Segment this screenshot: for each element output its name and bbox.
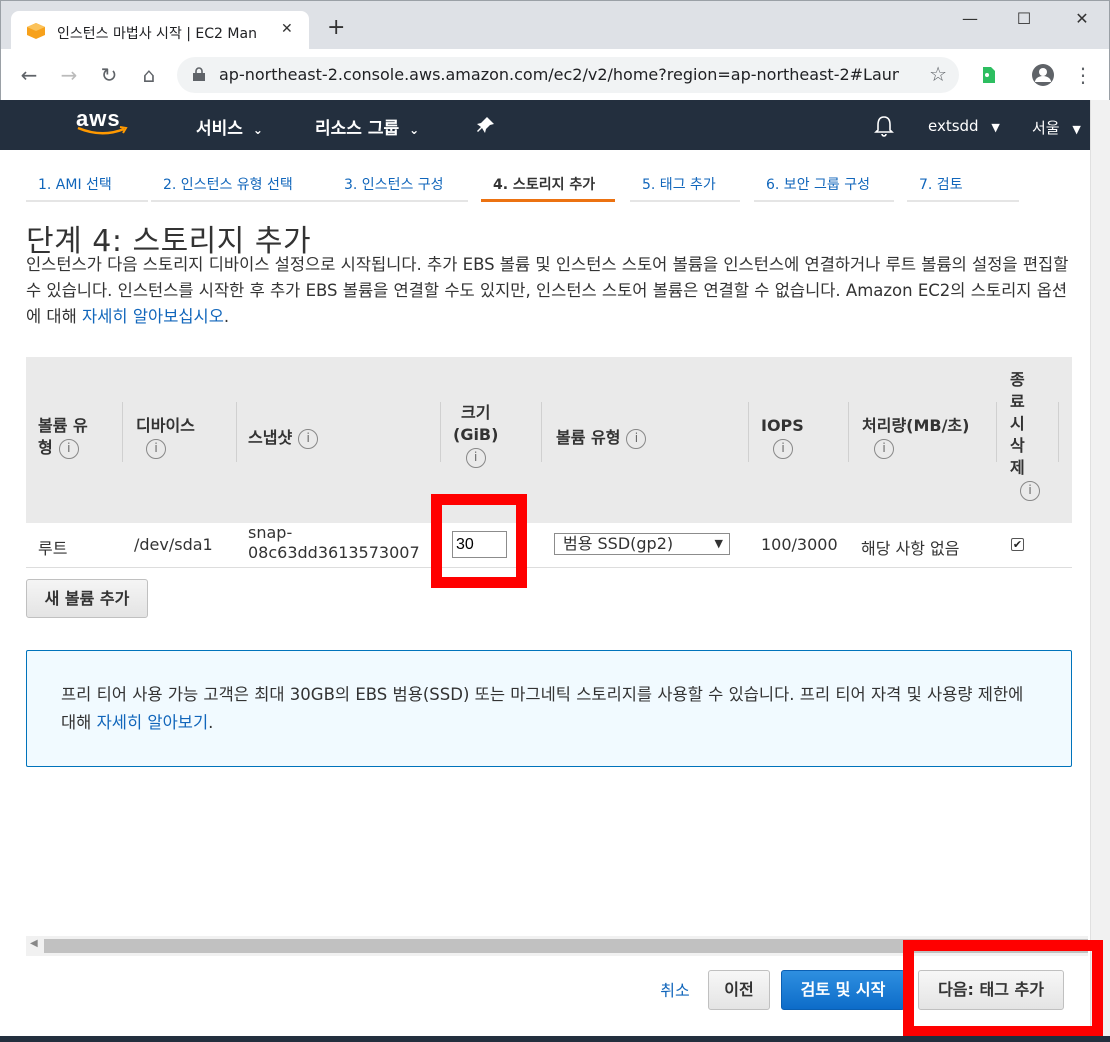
lock-icon bbox=[193, 67, 205, 81]
step-configure[interactable]: 3. 인스턴스 구성 bbox=[332, 170, 468, 202]
info-icon[interactable]: i bbox=[874, 438, 894, 459]
browser-chrome: 인스턴스 마법사 시작 | EC2 Man ✕ + — ☐ ✕ ← → ↻ ⌂ … bbox=[0, 0, 1110, 101]
reload-icon[interactable]: ↻ bbox=[97, 63, 121, 87]
highlight-next-box bbox=[903, 940, 1103, 1037]
info-icon[interactable]: i bbox=[626, 428, 647, 449]
header-delete-on-termination: 종 료 시 삭 제 i bbox=[1010, 369, 1040, 501]
chevron-down-icon: ⌄ bbox=[252, 123, 263, 137]
volume-type-select[interactable]: 범용 SSD(gp2) ▼ bbox=[554, 533, 730, 555]
delete-on-termination-checkbox[interactable]: ✔ bbox=[1011, 538, 1024, 551]
caret-down-icon: ▼ bbox=[991, 121, 1000, 134]
free-tier-info-box: 프리 티어 사용 가능 고객은 최대 30GB의 EBS 범용(SSD) 또는 … bbox=[26, 650, 1072, 767]
forward-icon[interactable]: → bbox=[57, 63, 81, 87]
tab-strip: 인스턴스 마법사 시작 | EC2 Man ✕ + — ☐ ✕ bbox=[1, 1, 1109, 49]
info-icon[interactable]: i bbox=[146, 438, 166, 459]
storage-table: 볼륨 유 형i 디바이스 i 스냅샷 i 크기 (GiB) i 볼륨 유형 i IO… bbox=[26, 357, 1072, 569]
services-menu[interactable]: 서비스 ⌄ bbox=[196, 114, 263, 139]
scroll-left-icon[interactable]: ◀ bbox=[30, 938, 38, 949]
info-icon[interactable]: i bbox=[298, 428, 319, 449]
info-icon[interactable]: i bbox=[773, 438, 793, 459]
caret-down-icon: ▼ bbox=[1072, 123, 1081, 136]
free-tier-learn-more-link[interactable]: 자세히 알아보기 bbox=[97, 713, 209, 732]
previous-button[interactable]: 이전 bbox=[708, 970, 770, 1010]
menu-dots-icon[interactable]: ⋮ bbox=[1071, 63, 1095, 87]
bell-icon[interactable] bbox=[874, 115, 894, 137]
table-row: 루트 /dev/sda1 snap- 08c63dd3613573007 범용 … bbox=[26, 523, 1072, 568]
bookmark-star-icon[interactable]: ☆ bbox=[929, 62, 947, 86]
back-icon[interactable]: ← bbox=[17, 63, 41, 87]
step-security-group[interactable]: 6. 보안 그룹 구성 bbox=[754, 170, 894, 202]
account-menu[interactable]: extsdd ▼ bbox=[928, 117, 1000, 135]
column-divider bbox=[748, 402, 749, 462]
maximize-icon[interactable]: ☐ bbox=[1009, 9, 1039, 33]
browser-tab[interactable]: 인스턴스 마법사 시작 | EC2 Man ✕ bbox=[11, 11, 309, 49]
cell-iops: 100/3000 bbox=[761, 535, 838, 554]
cell-device: /dev/sda1 bbox=[134, 535, 213, 554]
add-volume-button[interactable]: 새 볼륨 추가 bbox=[26, 579, 148, 618]
highlight-size-box bbox=[431, 494, 527, 588]
header-volume-type: 볼륨 유 형i bbox=[38, 416, 88, 459]
step-instance-type[interactable]: 2. 인스턴스 유형 선택 bbox=[151, 170, 348, 202]
evernote-icon[interactable] bbox=[977, 63, 1001, 87]
minimize-icon[interactable]: — bbox=[955, 9, 985, 33]
column-divider bbox=[541, 402, 542, 462]
bottom-bar bbox=[0, 1036, 1110, 1042]
profile-icon[interactable] bbox=[1031, 63, 1055, 87]
header-device: 디바이스 i bbox=[136, 415, 195, 459]
home-icon[interactable]: ⌂ bbox=[137, 63, 161, 87]
aws-navbar: aws 서비스 ⌄ 리소스 그룹 ⌄ extsdd ▼ 서울 ▼ bbox=[0, 100, 1090, 150]
column-divider bbox=[848, 402, 849, 462]
aws-cube-icon bbox=[27, 23, 45, 39]
close-tab-icon[interactable]: ✕ bbox=[281, 21, 293, 37]
step-ami[interactable]: 1. AMI 선택 bbox=[26, 170, 148, 202]
column-divider bbox=[996, 402, 997, 462]
url-text[interactable]: ap-northeast-2.console.aws.amazon.com/ec… bbox=[219, 65, 899, 84]
page-scrollbar[interactable] bbox=[1090, 100, 1110, 1042]
column-divider bbox=[440, 402, 441, 462]
cancel-button[interactable]: 취소 bbox=[655, 972, 695, 1012]
header-volume-kind: 볼륨 유형 i bbox=[556, 427, 647, 449]
header-iops: IOPS i bbox=[761, 415, 804, 459]
review-and-launch-button[interactable]: 검토 및 시작 bbox=[781, 970, 905, 1010]
browser-toolbar: ← → ↻ ⌂ ap-northeast-2.console.aws.amazo… bbox=[1, 49, 1109, 101]
cell-volume-type: 루트 bbox=[38, 539, 68, 558]
window-close-icon[interactable]: ✕ bbox=[1067, 9, 1097, 33]
cell-snapshot: snap- 08c63dd3613573007 bbox=[248, 523, 420, 562]
column-divider bbox=[122, 402, 123, 462]
info-icon[interactable]: i bbox=[465, 447, 486, 468]
table-header: 볼륨 유 형i 디바이스 i 스냅샷 i 크기 (GiB) i 볼륨 유형 i IO… bbox=[26, 357, 1072, 523]
caret-down-icon: ▼ bbox=[714, 537, 723, 550]
step-review[interactable]: 7. 검토 bbox=[907, 170, 1019, 202]
step-tags[interactable]: 5. 태그 추가 bbox=[630, 170, 740, 202]
chevron-down-icon: ⌄ bbox=[409, 123, 420, 137]
tab-title: 인스턴스 마법사 시작 | EC2 Man bbox=[57, 26, 257, 42]
region-menu[interactable]: 서울 ▼ bbox=[1032, 117, 1081, 138]
column-divider bbox=[1058, 402, 1059, 462]
learn-more-link[interactable]: 자세히 알아보십시오 bbox=[82, 307, 224, 326]
header-snapshot: 스냅샷 i bbox=[248, 427, 319, 449]
pin-icon[interactable] bbox=[477, 116, 495, 134]
header-throughput: 처리량(MB/초) i bbox=[862, 415, 969, 459]
info-icon[interactable]: i bbox=[1020, 480, 1040, 501]
page-description: 인스턴스가 다음 스토리지 디바이스 설정으로 시작됩니다. 추가 EBS 볼륨… bbox=[26, 255, 1069, 326]
new-tab-icon[interactable]: + bbox=[327, 17, 345, 39]
info-icon[interactable]: i bbox=[58, 438, 79, 459]
column-divider bbox=[236, 402, 237, 462]
aws-logo[interactable]: aws bbox=[76, 106, 128, 136]
address-bar[interactable]: ap-northeast-2.console.aws.amazon.com/ec… bbox=[177, 57, 959, 93]
header-size: 크기 (GiB) i bbox=[453, 402, 498, 468]
cell-throughput: 해당 사항 없음 bbox=[861, 539, 960, 558]
step-storage[interactable]: 4. 스토리지 추가 bbox=[481, 170, 615, 202]
resource-groups-menu[interactable]: 리소스 그룹 ⌄ bbox=[315, 114, 419, 139]
